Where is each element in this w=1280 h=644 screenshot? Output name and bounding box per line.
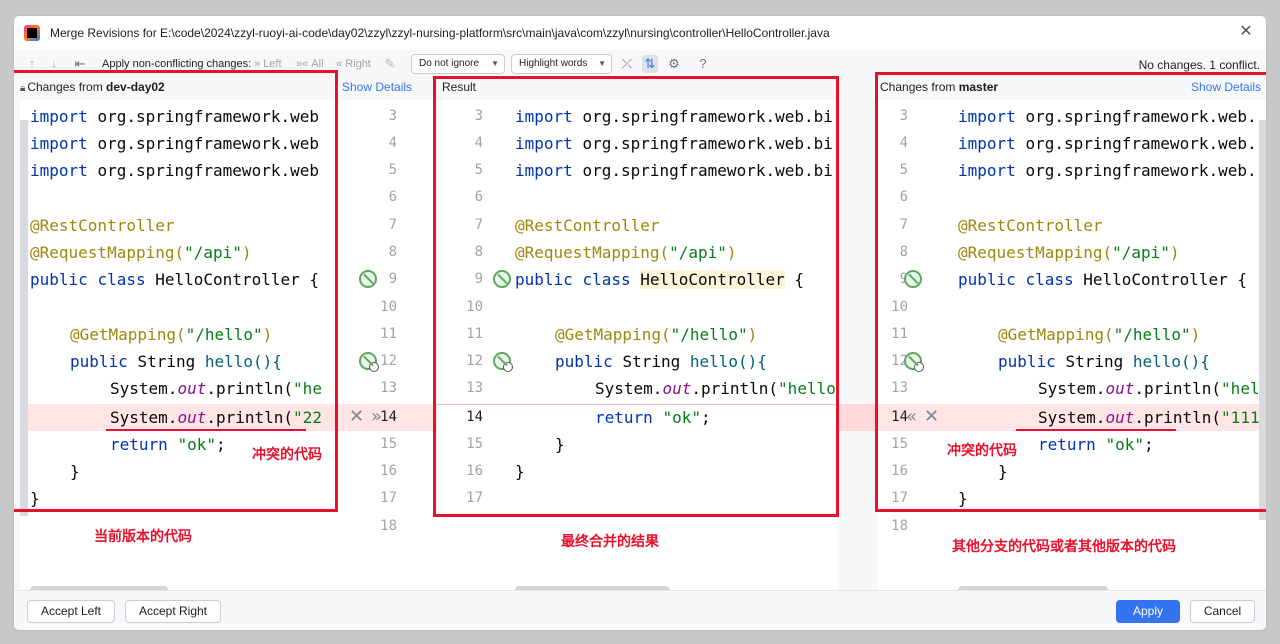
dialog-footer: Accept Left Accept Right Apply Cancel xyxy=(14,590,1266,630)
apply-left-label: Left xyxy=(263,58,282,70)
other-branch-highlight-box xyxy=(875,72,1266,512)
right-conflict-underline xyxy=(1016,429,1176,431)
sync-scroll-icon[interactable]: ⇅ xyxy=(642,55,658,73)
collapse-unchanged-icon[interactable]: ⤫ xyxy=(619,55,635,73)
close-icon[interactable]: ✕ xyxy=(1236,22,1256,42)
line-number: 8 xyxy=(388,244,397,260)
window-title: Merge Revisions for E:\code\2024\zzyl-ru… xyxy=(50,26,830,40)
current-version-note: 当前版本的代码 xyxy=(94,528,192,544)
accept-left-change-icon[interactable]: » xyxy=(371,407,382,427)
line-number: 18 xyxy=(380,518,397,534)
divider-conflict-connector xyxy=(838,404,878,431)
line-number: 10 xyxy=(380,299,397,315)
globe-icon xyxy=(369,362,379,372)
intellij-app-icon xyxy=(24,25,40,41)
accept-left-button[interactable]: Accept Left xyxy=(27,600,115,623)
apply-right-button[interactable]: « Right xyxy=(336,56,371,72)
ignore-whitespace-select[interactable]: Do not ignore ▼ xyxy=(411,54,505,74)
apply-right-label: Right xyxy=(345,58,371,70)
magic-resolve-icon[interactable]: ✎ xyxy=(382,55,398,73)
ignore-select-value: Do not ignore xyxy=(419,58,480,69)
chevron-down-icon: ▼ xyxy=(491,59,499,68)
line-number: 4 xyxy=(388,135,397,151)
settings-gear-icon[interactable]: ⚙ xyxy=(666,55,682,73)
right-divider xyxy=(838,100,878,598)
apply-all-label: All xyxy=(311,58,324,70)
spring-bean-icon[interactable] xyxy=(359,270,377,288)
merge-revisions-dialog: Merge Revisions for E:\code\2024\zzyl-ru… xyxy=(13,15,1267,631)
line-number: 3 xyxy=(388,108,397,124)
accept-right-button[interactable]: Accept Right xyxy=(125,600,221,623)
merge-status: No changes. 1 conflict. xyxy=(1138,58,1260,72)
other-branch-note: 其他分支的代码或者其他版本的代码 xyxy=(952,538,1176,554)
line-number: 13 xyxy=(380,380,397,396)
line-number: 5 xyxy=(388,162,397,178)
line-number: 6 xyxy=(388,189,397,205)
title-bar: Merge Revisions for E:\code\2024\zzyl-ru… xyxy=(14,16,1266,50)
line-number: 15 xyxy=(380,436,397,452)
highlight-select-value: Highlight words xyxy=(519,58,588,69)
line-number: 17 xyxy=(380,490,397,506)
left-show-details-link[interactable]: Show Details xyxy=(342,78,412,96)
line-number: 7 xyxy=(388,217,397,233)
left-conflict-note: 冲突的代码 xyxy=(252,446,322,462)
ignore-left-change-icon[interactable]: ✕ xyxy=(349,407,364,427)
left-conflict-underline xyxy=(106,429,306,431)
spring-endpoint-icon[interactable] xyxy=(359,352,379,372)
line-number: 16 xyxy=(380,463,397,479)
line-number: 18 xyxy=(891,518,908,534)
right-conflict-note: 冲突的代码 xyxy=(947,442,1017,458)
final-result-note: 最终合并的结果 xyxy=(561,533,659,549)
chevron-down-icon: ▼ xyxy=(598,59,606,68)
left-gutter: 3 4 5 6 7 8 9 10 11 12 13 14 15 16 17 18… xyxy=(325,100,437,598)
result-highlight-box xyxy=(433,76,839,517)
highlight-words-select[interactable]: Highlight words ▼ xyxy=(511,54,612,74)
apply-button[interactable]: Apply xyxy=(1116,600,1180,623)
cancel-button[interactable]: Cancel xyxy=(1190,600,1255,623)
line-number: 11 xyxy=(380,326,397,342)
help-icon[interactable]: ? xyxy=(695,55,711,73)
